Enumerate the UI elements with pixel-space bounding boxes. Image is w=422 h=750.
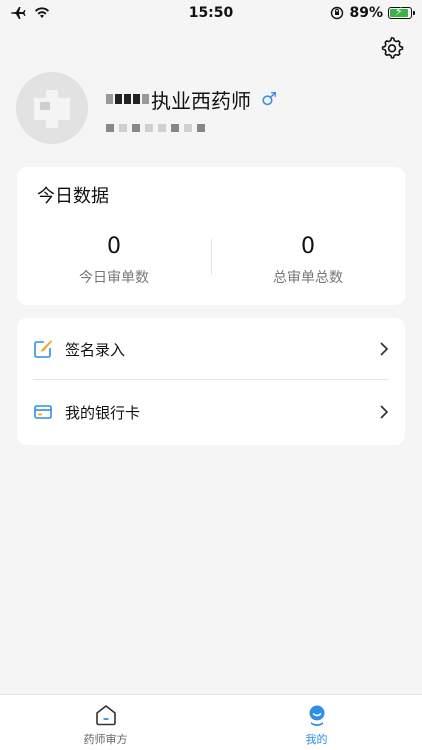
menu-item-signature[interactable]: 签名录入 [17, 318, 405, 380]
orientation-lock-icon [331, 6, 344, 20]
bank-card-label: 我的银行卡 [65, 403, 141, 422]
today-review-label: 今日审单数 [79, 270, 149, 286]
charging-bolt-icon: ⚡ [394, 5, 403, 18]
today-data-title: 今日数据 [37, 186, 109, 207]
profile-info: 执业西药师 ♂ [106, 84, 277, 132]
menu-item-bank-card[interactable]: 我的银行卡 [17, 381, 405, 443]
today-data-card: 今日数据 0 今日审单数 0 总审单总数 [17, 167, 405, 305]
battery-percent: 89% [349, 5, 383, 21]
gear-icon [381, 36, 404, 59]
settings-button[interactable] [378, 34, 406, 62]
subtitle-redacted [106, 124, 277, 132]
status-left [10, 6, 130, 20]
tab-label-mine: 我的 [305, 733, 328, 746]
total-review-label: 总审单总数 [273, 270, 343, 286]
sign-edit-icon [33, 339, 53, 359]
total-review-count: 0 [301, 234, 315, 259]
home-icon [93, 702, 119, 728]
name-row: 执业西药师 ♂ [106, 84, 277, 114]
tab-mine[interactable]: 我的 [211, 695, 422, 750]
bank-card-icon [33, 402, 53, 422]
battery-icon: ⚡ [387, 5, 415, 19]
today-review-count: 0 [107, 234, 121, 259]
pharmacist-title: 执业西药师 [151, 88, 251, 113]
tab-bar: 药师审方 我的 [0, 694, 422, 750]
airplane-icon [11, 7, 26, 19]
tab-pharmacist-review[interactable]: 药师审方 [0, 695, 211, 750]
male-icon: ♂ [261, 88, 278, 110]
chevron-right-icon [380, 405, 389, 419]
avatar[interactable] [16, 72, 88, 144]
total-review-stat: 0 总审单总数 [211, 235, 405, 287]
status-right: 89% ⚡ [292, 5, 415, 21]
signature-label: 签名录入 [65, 340, 126, 359]
tab-label-review: 药师审方 [83, 733, 128, 746]
name-redacted [106, 94, 149, 104]
chevron-right-icon [380, 342, 389, 356]
menu-divider [33, 379, 389, 380]
today-review-stat: 0 今日审单数 [17, 235, 211, 287]
avatar-pixel [40, 102, 50, 110]
profile-header: 执业西药师 ♂ [16, 72, 277, 144]
menu-card: 签名录入 我的银行卡 [17, 318, 405, 445]
status-time: 15:50 [188, 5, 234, 21]
status-bar: 15:50 89% ⚡ [0, 0, 422, 26]
wifi-icon [35, 7, 49, 18]
profile-icon [304, 702, 330, 728]
